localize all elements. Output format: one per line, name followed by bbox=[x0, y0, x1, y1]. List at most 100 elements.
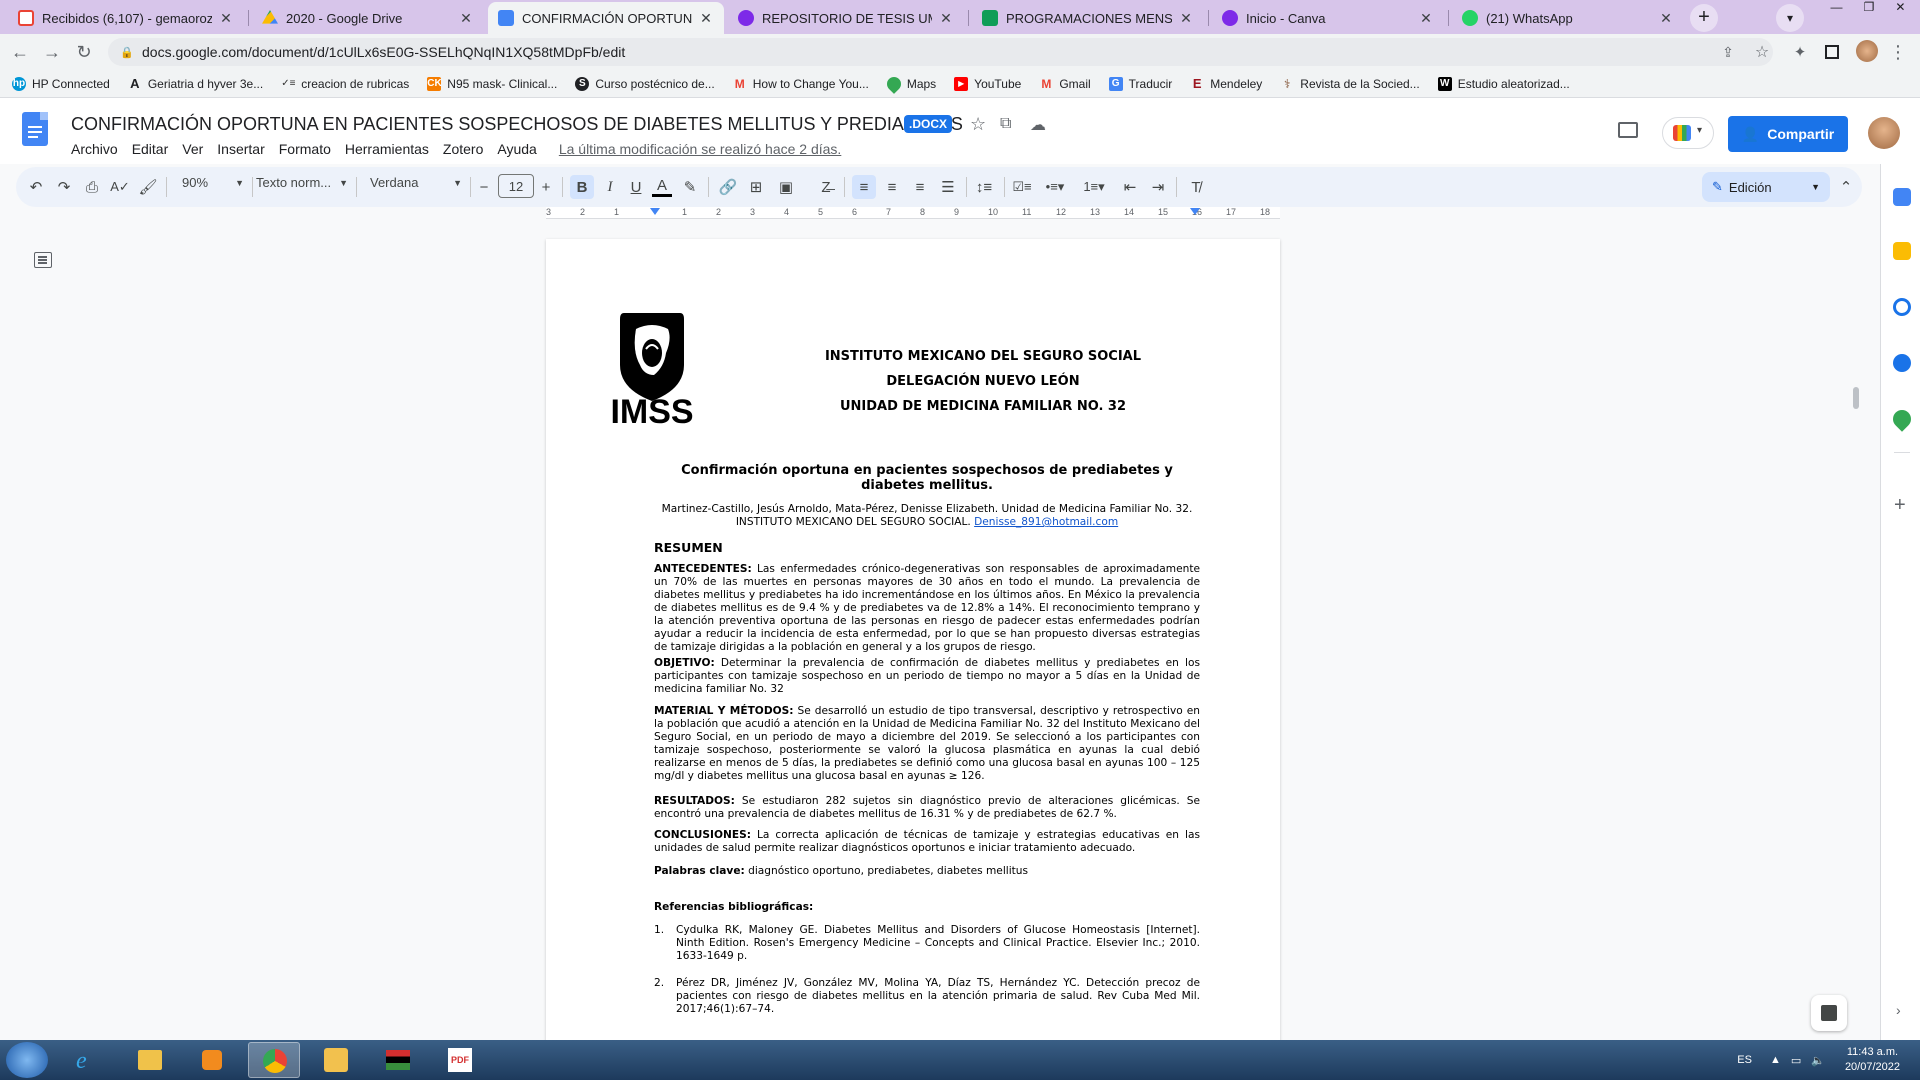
decrease-indent-icon[interactable]: ⇤ bbox=[1120, 177, 1140, 197]
taskbar-media[interactable] bbox=[186, 1042, 238, 1078]
bookmark-curso[interactable]: S Curso postécnico de... bbox=[575, 76, 715, 91]
cloud-status-icon[interactable]: ☁ bbox=[1030, 115, 1046, 135]
explore-button[interactable] bbox=[1811, 995, 1847, 1031]
close-icon[interactable]: ✕ bbox=[1658, 10, 1674, 27]
close-icon[interactable]: ✕ bbox=[1178, 10, 1194, 27]
increase-font-size-button[interactable]: + bbox=[538, 177, 554, 197]
bookmark-traducir[interactable]: G Traducir bbox=[1108, 76, 1172, 91]
bulleted-list-icon[interactable]: •≡▾ bbox=[1040, 177, 1070, 197]
tasks-icon[interactable] bbox=[1893, 298, 1911, 316]
bookmark-mendeley[interactable]: E Mendeley bbox=[1190, 76, 1262, 91]
close-icon[interactable]: ✕ bbox=[458, 10, 474, 27]
collapse-menus-icon[interactable]: ⌃ bbox=[1836, 177, 1856, 197]
document-page[interactable]: IMSS INSTITUTO MEXICANO DEL SEGURO SOCIA… bbox=[546, 239, 1280, 1059]
editing-mode-select[interactable]: ✎ Edición ▼ bbox=[1702, 172, 1830, 202]
bookmark-n95[interactable]: CK N95 mask- Clinical... bbox=[427, 76, 557, 91]
redo-icon[interactable]: ↷ bbox=[54, 177, 74, 197]
paragraph-style-select[interactable]: Texto norm... ▼ bbox=[256, 175, 348, 190]
zoom-select[interactable]: 90% ▼ bbox=[182, 175, 244, 190]
clear-formatting-icon[interactable]: T̸ bbox=[1186, 177, 1206, 197]
calendar-icon[interactable] bbox=[1893, 188, 1911, 206]
account-avatar[interactable] bbox=[1868, 117, 1900, 149]
address-bar[interactable]: 🔒 docs.google.com/document/d/1cUlLx6sE0G… bbox=[108, 38, 1773, 66]
docs-logo-icon[interactable] bbox=[22, 112, 48, 146]
bookmark-revista[interactable]: ⚕ Revista de la Socied... bbox=[1280, 77, 1420, 91]
align-left-button[interactable]: ≡ bbox=[852, 175, 876, 199]
document-title[interactable]: CONFIRMACIÓN OPORTUNA EN PACIENTES SOSPE… bbox=[71, 114, 963, 135]
menu-formato[interactable]: Formato bbox=[279, 141, 331, 157]
insert-image-icon[interactable]: ▣ bbox=[774, 177, 798, 197]
align-center-button[interactable]: ≡ bbox=[882, 177, 902, 197]
strikethrough-format-icon[interactable]: Z̶ bbox=[816, 177, 836, 197]
text-color-button[interactable]: A bbox=[652, 177, 672, 197]
chevron-right-icon[interactable]: › bbox=[1896, 1002, 1901, 1018]
menu-editar[interactable]: Editar bbox=[132, 141, 169, 157]
tab-repositorio[interactable]: REPOSITORIO DE TESIS UMF 32 I ✕ bbox=[728, 2, 964, 34]
link-icon[interactable]: 🔗 bbox=[718, 177, 738, 197]
line-spacing-icon[interactable]: ↕≡ bbox=[972, 177, 996, 197]
last-edit-link[interactable]: La última modificación se realizó hace 2… bbox=[559, 141, 841, 157]
tab-search-button[interactable]: ▾ bbox=[1776, 4, 1804, 32]
comments-icon[interactable] bbox=[1618, 122, 1638, 138]
bookmark-estudio[interactable]: W Estudio aleatorizad... bbox=[1437, 76, 1570, 91]
star-icon[interactable]: ☆ bbox=[970, 114, 986, 135]
bookmark-hp-connected[interactable]: hp HP Connected bbox=[12, 76, 110, 91]
taskbar-ie[interactable]: e bbox=[62, 1042, 114, 1078]
new-tab-button[interactable]: + bbox=[1690, 4, 1718, 32]
bookmark-maps[interactable]: Maps bbox=[883, 73, 936, 94]
author-email-link[interactable]: Denisse_891@hotmail.com bbox=[974, 516, 1118, 528]
start-button[interactable] bbox=[6, 1042, 48, 1078]
add-comment-icon[interactable]: ⊞ bbox=[746, 177, 766, 197]
language-indicator[interactable]: ES bbox=[1737, 1054, 1752, 1066]
align-justify-button[interactable]: ☰ bbox=[938, 177, 958, 197]
taskbar-chrome[interactable] bbox=[248, 1042, 300, 1078]
italic-button[interactable]: I bbox=[600, 177, 620, 197]
align-right-button[interactable]: ≡ bbox=[910, 177, 930, 197]
maximize-icon[interactable]: ❐ bbox=[1864, 0, 1875, 16]
reload-button[interactable]: ↻ bbox=[72, 40, 96, 64]
highlight-icon[interactable]: ✎ bbox=[680, 177, 700, 197]
menu-archivo[interactable]: Archivo bbox=[71, 141, 118, 157]
taskbar-pdf[interactable]: PDF bbox=[434, 1042, 486, 1078]
document-outline-icon[interactable] bbox=[34, 252, 52, 268]
tab-gmail[interactable]: Recibidos (6,107) - gemaorozcog ✕ bbox=[8, 2, 244, 34]
taskbar-explorer[interactable] bbox=[124, 1042, 176, 1078]
taskbar-app[interactable] bbox=[372, 1042, 424, 1078]
clock[interactable]: 11:43 a.m. 20/07/2022 bbox=[1845, 1045, 1900, 1075]
checklist-icon[interactable]: ☑≡ bbox=[1010, 177, 1034, 197]
bookmark-geriatria[interactable]: A Geriatria d hyver 3e... bbox=[128, 76, 263, 91]
move-folder-icon[interactable]: ⧉ bbox=[1000, 115, 1011, 133]
profile-avatar[interactable] bbox=[1856, 40, 1878, 62]
menu-ayuda[interactable]: Ayuda bbox=[497, 141, 536, 157]
close-icon[interactable]: ✕ bbox=[1418, 10, 1434, 27]
bookmark-rubricas[interactable]: ✓≡ creacion de rubricas bbox=[281, 77, 409, 91]
bold-button[interactable]: B bbox=[570, 175, 594, 199]
bookmark-star-icon[interactable]: ☆ bbox=[1750, 40, 1774, 64]
sidepanel-icon[interactable] bbox=[1820, 40, 1844, 64]
tab-programaciones[interactable]: PROGRAMACIONES MENSUALES ✕ bbox=[972, 2, 1204, 34]
window-controls[interactable]: — ❐ ✕ bbox=[1820, 0, 1916, 16]
tab-docs-active[interactable]: CONFIRMACIÓN OPORTUNA EN ✕ bbox=[488, 2, 724, 34]
decrease-font-size-button[interactable]: − bbox=[476, 177, 492, 197]
maps-icon[interactable] bbox=[1889, 406, 1915, 432]
minimize-icon[interactable]: — bbox=[1831, 0, 1843, 16]
tab-drive[interactable]: 2020 - Google Drive ✕ bbox=[252, 2, 484, 34]
bookmark-how-to-change[interactable]: M How to Change You... bbox=[733, 77, 869, 91]
menu-insertar[interactable]: Insertar bbox=[217, 141, 264, 157]
bookmark-youtube[interactable]: ▶ YouTube bbox=[954, 76, 1021, 91]
increase-indent-icon[interactable]: ⇥ bbox=[1148, 177, 1168, 197]
close-icon[interactable]: ✕ bbox=[938, 10, 954, 27]
close-icon[interactable]: ✕ bbox=[218, 10, 234, 27]
numbered-list-icon[interactable]: 1≡▾ bbox=[1076, 177, 1112, 197]
share-button[interactable]: 👤 Compartir bbox=[1728, 116, 1848, 152]
taskbar-outlook[interactable] bbox=[310, 1042, 362, 1078]
network-icon[interactable]: ▭ bbox=[1791, 1054, 1801, 1067]
tray-expand-icon[interactable]: ▲ bbox=[1770, 1054, 1781, 1066]
paint-format-icon[interactable]: 🖌 bbox=[138, 177, 158, 197]
vertical-scrollbar-thumb[interactable] bbox=[1853, 387, 1859, 409]
extensions-icon[interactable]: ✦ bbox=[1788, 40, 1812, 64]
menu-zotero[interactable]: Zotero bbox=[443, 141, 483, 157]
menu-ver[interactable]: Ver bbox=[182, 141, 203, 157]
back-button[interactable]: ← bbox=[8, 40, 32, 64]
print-icon[interactable]: ⎙ bbox=[82, 177, 102, 197]
